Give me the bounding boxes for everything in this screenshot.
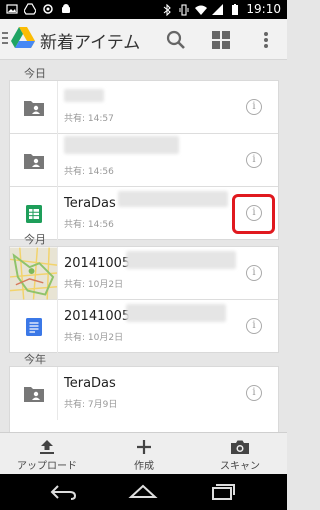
vibrate-icon <box>179 3 189 16</box>
shared-folder-thumb <box>10 81 58 134</box>
item-shared-time: 共有: 7月9日 <box>64 400 118 410</box>
info-icon: i <box>252 101 256 112</box>
back-icon[interactable] <box>48 482 78 502</box>
section-header-this-year: 今年 <box>24 353 46 366</box>
info-button[interactable]: i <box>246 318 262 334</box>
settings-notification-icon <box>43 4 53 14</box>
map-image-thumb <box>10 247 58 300</box>
info-button[interactable]: i <box>246 265 262 281</box>
grid-view-icon <box>212 31 230 49</box>
list-item[interactable]: 共有: 14:57 i <box>10 81 278 134</box>
home-icon[interactable] <box>128 482 158 502</box>
section-card-this-month: 20141005 共有: 10月2日 i 20141005 共有: 10月2日 … <box>9 246 279 353</box>
shared-folder-icon <box>23 100 44 116</box>
info-icon: i <box>252 387 256 398</box>
drawer-indicator-icon[interactable] <box>2 32 8 46</box>
map-image-icon <box>10 247 57 300</box>
item-shared-time: 共有: 10月2日 <box>64 333 124 343</box>
scan-button[interactable]: スキャン <box>210 433 270 475</box>
system-navigation-bar <box>0 474 287 510</box>
signal-icon <box>212 3 224 15</box>
item-shared-time: 共有: 14:56 <box>64 220 114 230</box>
upload-label: アップロード <box>17 461 77 472</box>
item-name: TeraDas <box>64 376 116 391</box>
recent-items-list[interactable]: 今日 共有: 14:57 i 共有: 14:56 i TeraDas 共有: 1… <box>0 60 287 432</box>
scan-label: スキャン <box>220 461 260 472</box>
plus-icon <box>137 440 151 454</box>
shared-folder-icon <box>23 153 44 169</box>
recent-apps-icon[interactable] <box>208 482 238 502</box>
info-icon: i <box>252 320 256 331</box>
status-bar: 19:10 <box>0 0 287 19</box>
redacted-name <box>118 191 228 207</box>
info-button[interactable]: i <box>246 99 262 115</box>
grid-view-button[interactable] <box>206 25 236 55</box>
section-card-today: 共有: 14:57 i 共有: 14:56 i TeraDas 共有: 14:5… <box>9 80 279 240</box>
list-item[interactable]: TeraDas 共有: 14:56 i <box>10 187 278 240</box>
redacted-name <box>126 251 236 269</box>
search-button[interactable] <box>161 25 191 55</box>
item-name: 20141005 <box>64 309 131 324</box>
redacted-name <box>64 89 104 102</box>
list-item[interactable]: 20141005 共有: 10月2日 i <box>10 247 278 300</box>
camera-icon <box>231 440 249 454</box>
android-notification-icon <box>62 4 70 13</box>
info-icon: i <box>252 154 256 165</box>
redacted-name <box>64 136 179 154</box>
shared-folder-thumb <box>10 367 58 420</box>
bluetooth-icon <box>164 3 172 16</box>
shared-folder-thumb <box>10 134 58 187</box>
overflow-menu-button[interactable] <box>251 25 281 55</box>
item-name: 20141005 <box>64 256 131 271</box>
page-title: 新着アイテム <box>40 33 141 53</box>
list-item[interactable]: 20141005 共有: 10月2日 i <box>10 300 278 353</box>
more-vert-icon <box>264 32 268 48</box>
document-thumb <box>10 300 58 353</box>
search-icon <box>166 30 185 49</box>
section-header-this-month: 今月 <box>24 233 46 246</box>
wifi-icon <box>195 5 208 15</box>
item-shared-time: 共有: 14:57 <box>64 114 114 124</box>
create-button[interactable]: 作成 <box>118 433 170 475</box>
spreadsheet-icon <box>25 204 42 223</box>
info-button[interactable]: i <box>246 385 262 401</box>
drive-logo-icon[interactable] <box>10 26 36 50</box>
drive-notification-icon <box>24 3 36 15</box>
section-header-today: 今日 <box>24 67 46 80</box>
action-bar: 新着アイテム <box>0 19 287 60</box>
shared-folder-icon <box>23 386 44 402</box>
info-icon: i <box>252 267 256 278</box>
image-notification-icon <box>6 4 18 14</box>
upload-button[interactable]: アップロード <box>8 433 86 475</box>
status-time: 19:10 <box>246 2 281 16</box>
item-shared-time: 共有: 14:56 <box>64 167 114 177</box>
list-item[interactable]: TeraDas 共有: 7月9日 i <box>10 367 278 420</box>
section-card-this-year: TeraDas 共有: 7月9日 i <box>9 366 279 432</box>
document-icon <box>25 317 42 336</box>
redacted-name <box>126 304 226 322</box>
item-name: TeraDas <box>64 196 116 211</box>
battery-icon <box>232 3 239 15</box>
upload-icon <box>40 440 54 454</box>
create-label: 作成 <box>134 461 154 472</box>
info-button-highlight <box>232 194 275 234</box>
list-item[interactable]: 共有: 14:56 i <box>10 134 278 187</box>
item-shared-time: 共有: 10月2日 <box>64 280 124 290</box>
info-button[interactable]: i <box>246 152 262 168</box>
bottom-toolbar: アップロード 作成 スキャン <box>0 432 287 474</box>
